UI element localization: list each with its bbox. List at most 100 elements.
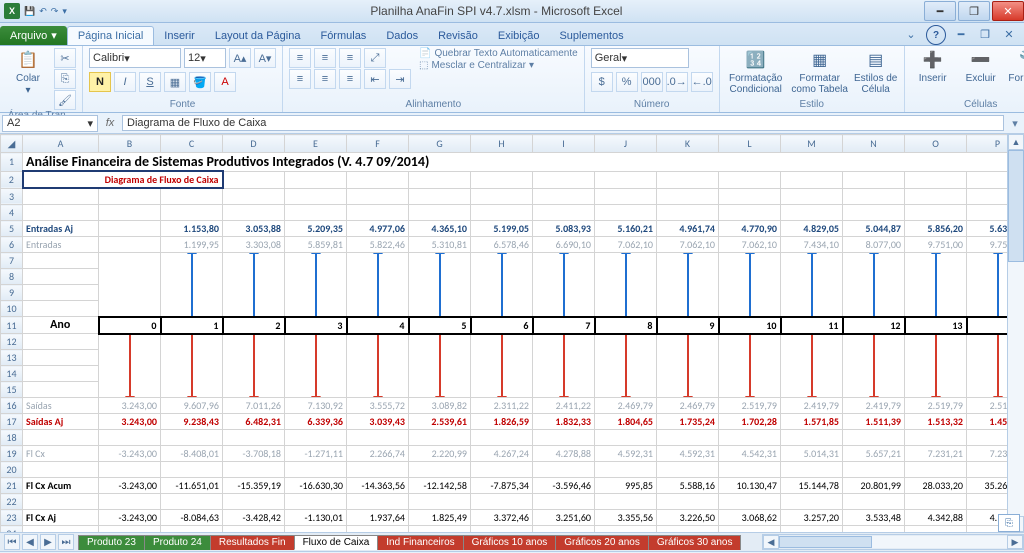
cell[interactable]: [409, 462, 471, 478]
cell[interactable]: 7.062,10: [719, 237, 781, 253]
font-size-combo[interactable]: 12 ▾: [184, 48, 226, 68]
cell[interactable]: [843, 188, 905, 205]
cell[interactable]: 2.539,61: [409, 414, 471, 430]
subtitle-cell[interactable]: Diagrama de Fluxo de Caixa: [23, 171, 223, 188]
cell[interactable]: -3.708,18: [223, 446, 285, 462]
cell[interactable]: -3.596,46: [533, 478, 595, 494]
row-header[interactable]: 7: [1, 253, 23, 269]
cell[interactable]: 3.533,48: [843, 510, 905, 526]
cell[interactable]: 3.068,62: [719, 510, 781, 526]
year-header-cell[interactable]: 6: [471, 317, 533, 334]
cell[interactable]: [99, 430, 161, 446]
year-header-cell[interactable]: 12: [843, 317, 905, 334]
cell[interactable]: [719, 494, 781, 510]
row-header[interactable]: 22: [1, 494, 23, 510]
cell[interactable]: 5.083,93: [533, 221, 595, 237]
cell[interactable]: 1.702,28: [719, 414, 781, 430]
cell[interactable]: [285, 462, 347, 478]
cell[interactable]: 3.251,60: [533, 510, 595, 526]
cell[interactable]: 4.267,24: [471, 446, 533, 462]
bold-button[interactable]: N: [89, 72, 111, 92]
cell[interactable]: [409, 526, 471, 533]
cell[interactable]: 995,85: [595, 478, 657, 494]
cell[interactable]: [347, 430, 409, 446]
cell[interactable]: [781, 205, 843, 221]
formula-expand-button[interactable]: ▾: [1006, 117, 1024, 130]
cell[interactable]: 3.226,50: [657, 510, 719, 526]
qat-redo-icon[interactable]: ↷: [51, 6, 59, 17]
cell[interactable]: 2.411,22: [533, 398, 595, 414]
cell[interactable]: -1.271,11: [285, 446, 347, 462]
cell[interactable]: 7.434,10: [781, 237, 843, 253]
cell[interactable]: [99, 462, 161, 478]
cell[interactable]: [23, 285, 99, 301]
cell[interactable]: [533, 188, 595, 205]
cell[interactable]: 15.144,78: [781, 478, 843, 494]
cell[interactable]: [595, 430, 657, 446]
cell[interactable]: 6.578,46: [471, 237, 533, 253]
cell[interactable]: [905, 188, 967, 205]
increase-indent-button[interactable]: ⇥: [389, 69, 411, 89]
row-header[interactable]: 4: [1, 205, 23, 221]
merge-center-button[interactable]: ⬚ Mesclar e Centralizar ▾: [419, 60, 534, 71]
underline-button[interactable]: S: [139, 72, 161, 92]
copy-button[interactable]: ⎘: [54, 69, 76, 89]
cell[interactable]: 6.482,31: [223, 414, 285, 430]
cell[interactable]: 6.690,10: [533, 237, 595, 253]
cell[interactable]: 5.209,35: [285, 221, 347, 237]
cell[interactable]: 3.039,43: [347, 414, 409, 430]
spreadsheet-grid[interactable]: ◢ABCDEFGHIJKLMNOP 1Análise Financeira de…: [0, 134, 1024, 532]
cell[interactable]: [657, 188, 719, 205]
cell[interactable]: 5.822,46: [347, 237, 409, 253]
cell[interactable]: [471, 526, 533, 533]
cell[interactable]: 20.801,99: [843, 478, 905, 494]
cell[interactable]: [905, 205, 967, 221]
cell[interactable]: [719, 188, 781, 205]
cell[interactable]: 4.770,90: [719, 221, 781, 237]
cell[interactable]: [161, 462, 223, 478]
row-label[interactable]: Saídas: [23, 398, 99, 414]
cell[interactable]: -11.651,01: [161, 478, 223, 494]
sheet-tab[interactable]: Resultados Fin: [210, 535, 295, 550]
cell[interactable]: 2.419,79: [781, 398, 843, 414]
column-header[interactable]: D: [223, 135, 285, 153]
year-header-cell[interactable]: 4: [347, 317, 409, 334]
cell[interactable]: 4.829,05: [781, 221, 843, 237]
row-header[interactable]: 9: [1, 285, 23, 301]
title-cell[interactable]: Análise Financeira de Sistemas Produtivo…: [23, 153, 1024, 172]
accounting-format-button[interactable]: $: [591, 72, 613, 92]
cell[interactable]: [719, 430, 781, 446]
row-header[interactable]: 1: [1, 153, 23, 172]
tab-nav-prev-button[interactable]: ◀: [22, 534, 38, 550]
row-header[interactable]: 10: [1, 301, 23, 317]
cell[interactable]: [23, 526, 99, 533]
year-header-cell[interactable]: 10: [719, 317, 781, 334]
cell[interactable]: [99, 494, 161, 510]
cell[interactable]: 1.153,80: [161, 221, 223, 237]
cell[interactable]: [781, 494, 843, 510]
cell[interactable]: [223, 171, 285, 188]
cell[interactable]: [471, 171, 533, 188]
decrease-indent-button[interactable]: ⇤: [364, 69, 386, 89]
cell[interactable]: 7.062,10: [657, 237, 719, 253]
cell[interactable]: [657, 430, 719, 446]
cell[interactable]: [161, 205, 223, 221]
formula-input[interactable]: Diagrama de Fluxo de Caixa: [122, 115, 1004, 131]
horizontal-scrollbar[interactable]: ◀ ▶: [762, 534, 1024, 550]
align-middle-button[interactable]: ≡: [314, 48, 336, 68]
workbook-close-button[interactable]: ✕: [1000, 25, 1018, 43]
maximize-button[interactable]: ❐: [958, 1, 990, 21]
year-header-cell[interactable]: 8: [595, 317, 657, 334]
cell[interactable]: 3.243,00: [99, 414, 161, 430]
year-header-cell[interactable]: 11: [781, 317, 843, 334]
cell[interactable]: [223, 494, 285, 510]
scroll-right-button[interactable]: ▶: [1007, 535, 1023, 549]
ribbon-tab[interactable]: Inserir: [154, 27, 205, 45]
cell[interactable]: 3.089,82: [409, 398, 471, 414]
cell[interactable]: [161, 430, 223, 446]
row-header[interactable]: 16: [1, 398, 23, 414]
scroll-left-button[interactable]: ◀: [763, 535, 779, 549]
cell[interactable]: 7.062,10: [595, 237, 657, 253]
cell[interactable]: [161, 188, 223, 205]
cell[interactable]: 3.555,72: [347, 398, 409, 414]
